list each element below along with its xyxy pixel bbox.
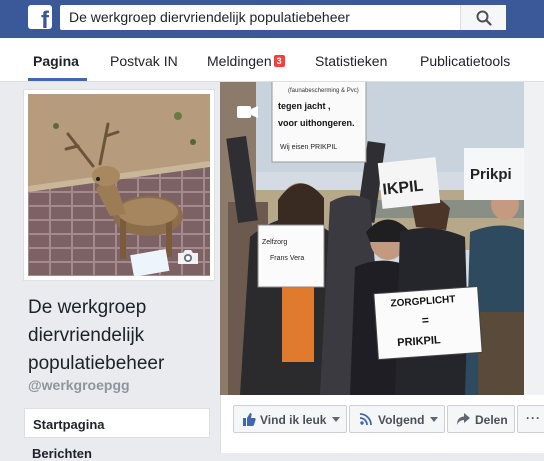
sidebar-item-label: Startpagina	[33, 417, 105, 432]
tab-postvak-in[interactable]: Postvak IN	[110, 53, 178, 69]
page-action-bar: Vind ik leuk Volgend Delen ···	[220, 395, 544, 453]
notification-badge: 3	[273, 55, 285, 67]
sign-center-line2: Frans Vera	[270, 255, 304, 262]
search-input[interactable]: De werkgroep diervriendelijk populatiebe…	[69, 9, 350, 25]
cover-edge	[524, 82, 544, 395]
chevron-down-icon	[332, 417, 340, 422]
share-button-label: Delen	[475, 413, 508, 427]
like-button[interactable]: Vind ik leuk	[233, 405, 347, 433]
top-navigation-bar: f De werkgroep diervriendelijk populatie…	[0, 0, 544, 38]
video-camera-icon[interactable]	[237, 106, 258, 118]
profile-photo-deer	[28, 94, 210, 276]
protest-sign-center: Zelfzorg Frans Vera	[257, 224, 325, 288]
tab-statistieken[interactable]: Statistieken	[315, 53, 387, 69]
tab-meldingen[interactable]: Meldingen 3	[207, 53, 285, 69]
active-tab-indicator	[28, 78, 87, 81]
search-bar[interactable]: De werkgroep diervriendelijk populatiebe…	[60, 5, 506, 30]
follow-button[interactable]: Volgend	[349, 405, 445, 433]
sidebar-item-berichten[interactable]: Berichten	[32, 446, 92, 461]
page-title[interactable]: De werkgroep diervriendelijk populatiebe…	[28, 294, 218, 378]
protest-sign-pikpil: IKPIL	[377, 157, 441, 209]
tab-publicatietools[interactable]: Publicatietools	[420, 53, 510, 69]
facebook-logo[interactable]: f	[28, 5, 52, 33]
sign-top-line2: tegen jacht ,	[278, 101, 331, 111]
camera-icon[interactable]	[176, 248, 200, 266]
sidebar-item-startpagina[interactable]: Startpagina	[24, 408, 210, 438]
share-arrow-icon	[457, 413, 470, 425]
tab-meldingen-label: Meldingen	[207, 53, 272, 69]
more-icon: ···	[526, 411, 541, 425]
chevron-down-icon	[430, 417, 438, 422]
sign-top-line1: (faunabescherming & Pvc)	[288, 88, 359, 94]
search-button[interactable]	[460, 5, 506, 30]
thumbs-up-icon	[243, 413, 256, 426]
sign-center-line1: Zelfzorg	[262, 239, 287, 246]
sign-bottom-line2: =	[421, 313, 429, 327]
protest-sign-zorgplicht: ZORGPLICHT = PRIKPIL	[373, 285, 483, 361]
page-username[interactable]: @werkgroepgg	[28, 377, 130, 393]
share-button[interactable]: Delen	[447, 405, 515, 433]
sign-prikpi-text: Prikpi	[470, 166, 512, 183]
tab-pagina[interactable]: Pagina	[33, 53, 79, 69]
profile-picture[interactable]	[24, 90, 214, 280]
more-options-button[interactable]: ···	[517, 405, 544, 433]
rss-icon	[360, 413, 372, 425]
protest-sign-top: (faunabescherming & Pvc) tegen jacht , v…	[271, 82, 367, 163]
page-tab-bar: Pagina Postvak IN Meldingen 3 Statistieke…	[0, 38, 544, 82]
protest-sign-prikpi: Prikpi	[464, 148, 524, 200]
magnifier-icon	[476, 10, 492, 26]
sign-top-line4: Wij eisen PRIKPIL	[280, 144, 337, 151]
cover-photo[interactable]: (faunabescherming & Pvc) tegen jacht , v…	[220, 82, 524, 395]
follow-button-label: Volgend	[378, 413, 425, 427]
like-button-label: Vind ik leuk	[260, 413, 327, 427]
sign-top-line3: voor uithongeren.	[278, 118, 355, 128]
